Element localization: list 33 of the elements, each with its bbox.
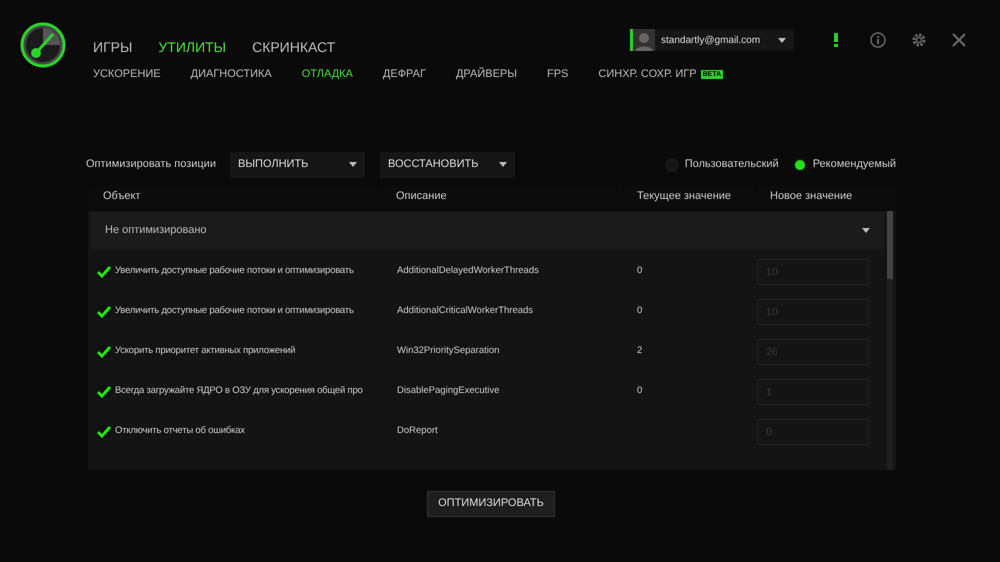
table-cell-text: Всегда загружайте ЯДРО в ОЗУ для ускорения общей про bbox=[115, 384, 364, 398]
main-tab[interactable]: СКРИНКАСТ bbox=[252, 37, 336, 58]
toolbar-label: Оптимизировать позиции bbox=[86, 157, 216, 172]
optimize-button[interactable]: ОПТИМИЗИРОВАТЬ bbox=[427, 490, 555, 516]
sub-tab[interactable]: ДЕФРАГ bbox=[382, 66, 426, 82]
table-cell-text: 0 bbox=[637, 264, 644, 278]
sub-tab[interactable]: ДРАЙВЕРЫ bbox=[456, 66, 517, 82]
sub-tab[interactable]: СИНХР. СОХР. ИГР bbox=[598, 66, 697, 82]
sub-tab[interactable]: FPS bbox=[547, 66, 568, 82]
sub-tab[interactable]: ОТЛАДКА bbox=[302, 66, 353, 82]
group-dropdown[interactable]: Не оптимизировано bbox=[91, 212, 884, 248]
table-cell-text: DisablePagingExecutive bbox=[397, 384, 500, 398]
main-tab[interactable]: УТИЛИТЫ bbox=[158, 37, 226, 58]
account-selector[interactable]: standartly@gmail.com bbox=[630, 29, 794, 51]
table-cell-text: AdditionalDelayedWorkerThreads bbox=[397, 264, 540, 278]
table-cell-text: 2 bbox=[637, 344, 644, 358]
table-cell-text: AdditionalCriticalWorkerThreads bbox=[397, 304, 534, 318]
sub-tab[interactable]: ДИАГНОСТИКА bbox=[190, 66, 272, 82]
restore-dropdown[interactable]: ВОССТАНОВИТЬ bbox=[380, 152, 515, 178]
table-cell-text: Увеличить доступные рабочие потоки и оптимизировать bbox=[115, 264, 355, 278]
table-cell-text: 0 bbox=[637, 384, 644, 398]
run-dropdown[interactable]: ВЫПОЛНИТЬ bbox=[230, 152, 365, 178]
account-email: standartly@gmail.com bbox=[661, 34, 760, 48]
main-tab[interactable]: ИГРЫ bbox=[93, 37, 132, 58]
table-cell-text: Win32PrioritySeparation bbox=[397, 344, 500, 358]
radio-label: Пользовательский bbox=[684, 157, 779, 172]
sub-tab[interactable]: УСКОРЕНИЕ bbox=[93, 66, 161, 82]
table-cell-text: Отключить отчеты об ошибках bbox=[115, 424, 246, 438]
table-cell-text: Ускорить приоритет активных приложений bbox=[115, 344, 296, 358]
table-cell-text: DoReport bbox=[397, 424, 439, 438]
table-cell-text: Увеличить доступные рабочие потоки и оптимизировать bbox=[115, 304, 355, 318]
radio-label: Рекомендуемый bbox=[812, 157, 896, 172]
table-cell-text: 0 bbox=[637, 304, 644, 318]
